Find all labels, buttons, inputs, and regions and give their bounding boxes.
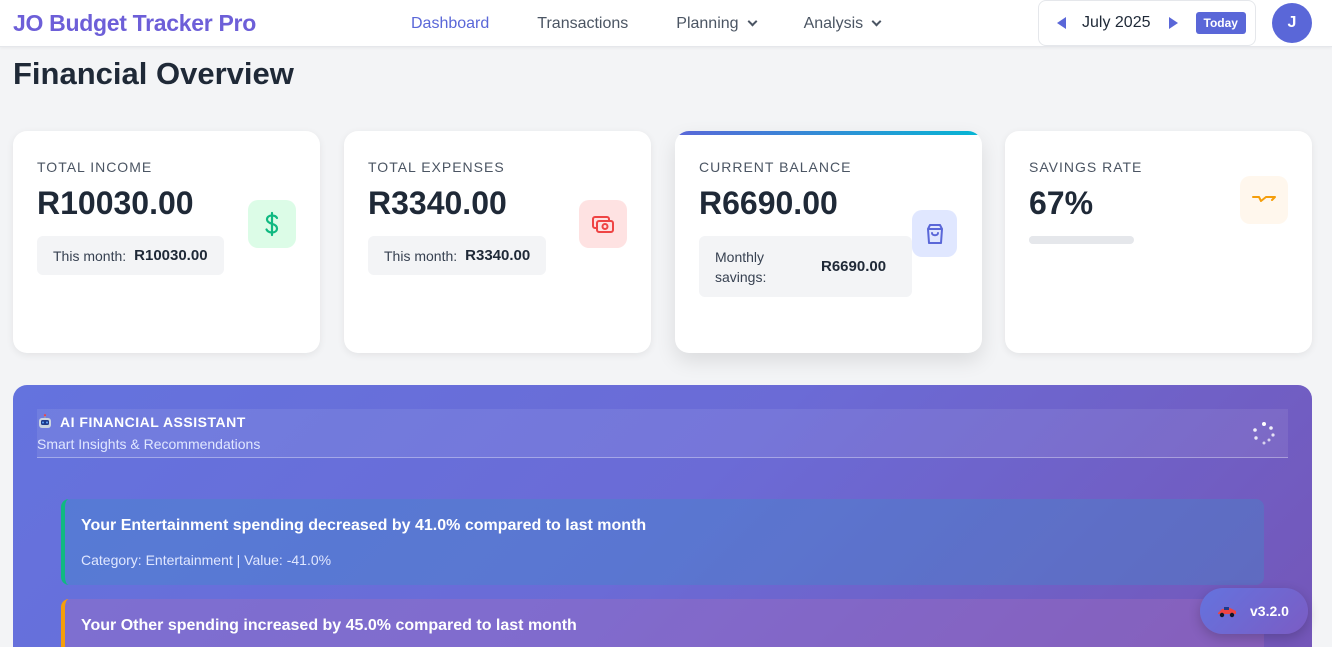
ai-subtitle: Smart Insights & Recommendations (37, 436, 261, 452)
version-label: v3.2.0 (1250, 603, 1289, 619)
card-label: CURRENT BALANCE (699, 159, 852, 175)
current-balance-card: CURRENT BALANCE R6690.00 Monthly savings… (675, 131, 982, 353)
main-nav: Dashboard Transactions Planning Analysis (395, 0, 912, 47)
shopping-bag-icon (912, 210, 957, 257)
savings-rate-card: SAVINGS RATE 67% (1005, 131, 1312, 353)
current-month-label: July 2025 (1082, 14, 1151, 31)
card-label: SAVINGS RATE (1029, 159, 1143, 175)
loading-spinner-icon[interactable] (1252, 421, 1276, 445)
dollar-icon (248, 200, 296, 248)
next-month-icon[interactable] (1168, 17, 1178, 29)
month-selector: July 2025 Today (1038, 0, 1256, 46)
card-value: R6690.00 (699, 185, 838, 221)
race-car-icon (1218, 607, 1236, 618)
nav-transactions[interactable]: Transactions (521, 15, 644, 33)
nav-analysis-label: Analysis (803, 14, 864, 32)
today-button[interactable]: Today (1195, 12, 1246, 34)
card-sub-info: This month: R3340.00 (368, 236, 547, 275)
chevron-down-icon (871, 16, 882, 27)
sub-label: This month: (384, 247, 458, 264)
card-sub-info: This month: R10030.00 (37, 236, 224, 275)
card-value: 67% (1029, 185, 1094, 221)
card-sub-info: Monthly savings: R6690.00 (699, 236, 912, 297)
ai-assistant-panel: AI FINANCIAL ASSISTANT Smart Insights & … (13, 385, 1312, 647)
robot-icon (39, 414, 51, 428)
sub-value: R6690.00 (821, 258, 887, 275)
previous-month-icon[interactable] (1057, 17, 1066, 29)
card-label: TOTAL INCOME (37, 159, 153, 175)
insight-card-entertainment[interactable]: Your Entertainment spending decreased by… (61, 499, 1264, 585)
nav-analysis[interactable]: Analysis (788, 15, 897, 33)
total-income-card: TOTAL INCOME R10030.00 This month: R1003… (13, 131, 320, 353)
nav-planning-label: Planning (676, 14, 739, 32)
ai-title: AI FINANCIAL ASSISTANT (37, 414, 246, 430)
ai-title-text: AI FINANCIAL ASSISTANT (60, 414, 246, 430)
nav-transactions-label: Transactions (537, 14, 629, 32)
nav-dashboard[interactable]: Dashboard (395, 15, 505, 33)
insight-title: Your Entertainment spending decreased by… (81, 517, 647, 534)
chevron-down-icon (747, 16, 758, 27)
version-badge[interactable]: v3.2.0 (1200, 588, 1308, 634)
sub-label: This month: (53, 247, 127, 264)
sub-label: Monthly savings: (715, 248, 767, 285)
sub-value: R3340.00 (465, 247, 531, 264)
money-icon (579, 200, 627, 248)
total-expenses-card: TOTAL EXPENSES R3340.00 This month: R334… (344, 131, 651, 353)
ai-panel-header: AI FINANCIAL ASSISTANT Smart Insights & … (37, 409, 1288, 458)
insight-card-other[interactable]: Your Other spending increased by 45.0% c… (61, 599, 1264, 647)
card-value: R3340.00 (368, 185, 507, 221)
page-title: Financial Overview (13, 56, 294, 91)
top-navbar: JO Budget Tracker Pro Dashboard Transact… (0, 0, 1332, 47)
progress-fill (1029, 236, 1100, 244)
app-brand[interactable]: JO Budget Tracker Pro (13, 10, 256, 37)
insight-meta: Category: Entertainment | Value: -41.0% (81, 552, 332, 568)
sub-value: R10030.00 (134, 247, 208, 264)
trend-icon (1240, 176, 1288, 224)
nav-planning[interactable]: Planning (660, 15, 771, 33)
savings-progress-bar (1029, 236, 1134, 244)
card-accent-bar (675, 131, 982, 135)
insight-title: Your Other spending increased by 45.0% c… (81, 617, 577, 634)
card-label: TOTAL EXPENSES (368, 159, 505, 175)
card-value: R10030.00 (37, 185, 194, 221)
nav-dashboard-label: Dashboard (411, 14, 490, 32)
avatar[interactable]: J (1272, 3, 1312, 43)
